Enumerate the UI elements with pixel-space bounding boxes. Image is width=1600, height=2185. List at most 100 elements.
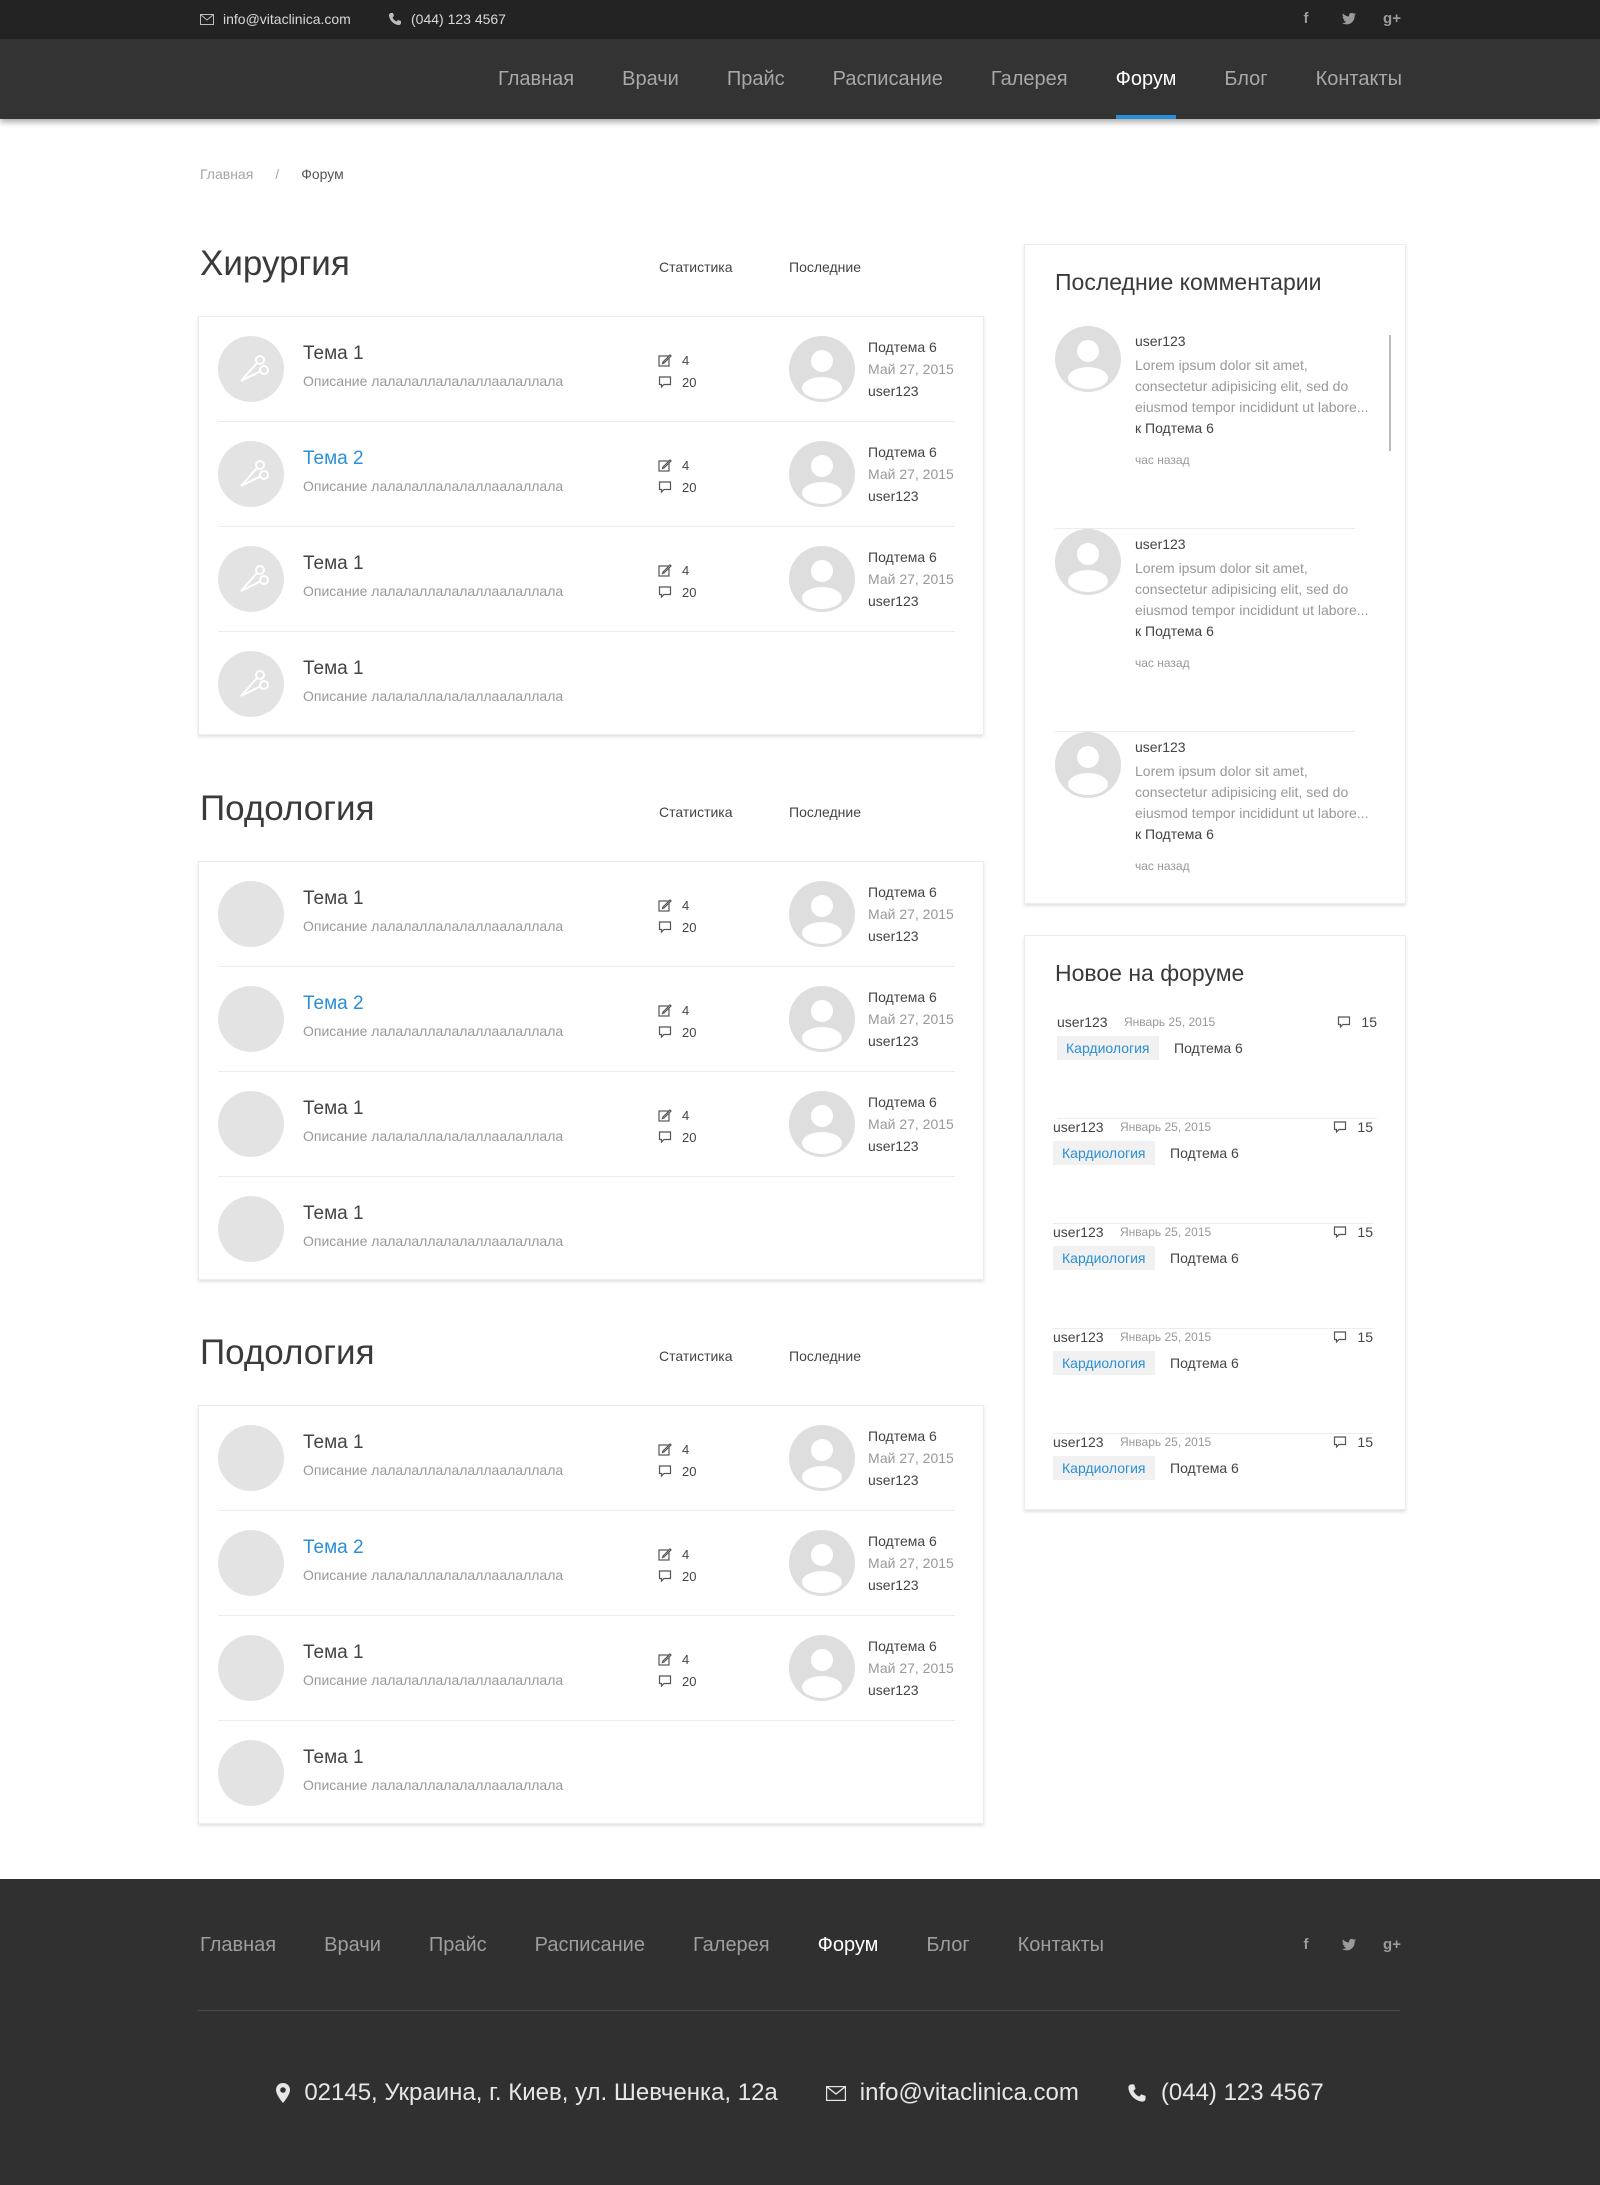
avatar[interactable] xyxy=(789,1635,855,1701)
last-subtopic[interactable]: Подтема 6 xyxy=(868,1091,954,1113)
comment-topic[interactable]: к Подтема 6 xyxy=(1135,420,1214,436)
post-topic[interactable]: Подтема 6 xyxy=(1170,1246,1239,1270)
topic-row[interactable]: Тема 1 Описание лалалаллалалаллаалаллала… xyxy=(218,527,955,632)
avatar[interactable] xyxy=(789,1425,855,1491)
avatar[interactable] xyxy=(789,546,855,612)
last-user[interactable]: user123 xyxy=(868,1469,954,1491)
topic-title[interactable]: Тема 1 xyxy=(303,1098,364,1120)
category-tag[interactable]: Кардиология xyxy=(1053,1351,1155,1375)
last-user[interactable]: user123 xyxy=(868,1135,954,1157)
avatar[interactable] xyxy=(789,441,855,507)
category-tag[interactable]: Кардиология xyxy=(1057,1036,1159,1060)
topic-row[interactable]: Тема 2 Описание лалалаллалалаллаалаллала… xyxy=(218,967,955,1072)
category-tag[interactable]: Кардиология xyxy=(1053,1246,1155,1270)
category-tag[interactable]: Кардиология xyxy=(1053,1141,1155,1165)
comments-scrollbar[interactable] xyxy=(1389,335,1391,451)
topic-title[interactable]: Тема 1 xyxy=(303,553,364,575)
last-subtopic[interactable]: Подтема 6 xyxy=(868,1635,954,1657)
facebook-icon[interactable]: f xyxy=(1296,9,1316,29)
topic-row[interactable]: Тема 1 Описание лалалаллалалаллаалаллала xyxy=(218,1177,955,1279)
nav-item-price[interactable]: Прайс xyxy=(727,39,785,119)
footer-nav-gallery[interactable]: Галерея xyxy=(693,1934,770,1957)
post-user[interactable]: user123 xyxy=(1053,1224,1104,1240)
facebook-icon[interactable]: f xyxy=(1296,1935,1316,1955)
last-user[interactable]: user123 xyxy=(868,590,954,612)
nav-item-blog[interactable]: Блог xyxy=(1224,39,1267,119)
last-subtopic[interactable]: Подтема 6 xyxy=(868,986,954,1008)
twitter-icon[interactable] xyxy=(1339,1935,1359,1955)
footer-nav-price[interactable]: Прайс xyxy=(429,1934,487,1957)
comment-user[interactable]: user123 xyxy=(1135,333,1186,349)
topic-title[interactable]: Тема 1 xyxy=(303,888,364,910)
topbar-email[interactable]: info@vitaclinica.com xyxy=(200,11,351,27)
post-topic[interactable]: Подтема 6 xyxy=(1170,1141,1239,1165)
last-subtopic[interactable]: Подтема 6 xyxy=(868,441,954,463)
topic-row[interactable]: Тема 1 Описание лалалаллалалаллаалаллала… xyxy=(218,317,955,422)
last-user[interactable]: user123 xyxy=(868,485,954,507)
footer-nav-blog[interactable]: Блог xyxy=(926,1934,969,1957)
topic-title[interactable]: Тема 1 xyxy=(303,1642,364,1664)
post-topic[interactable]: Подтема 6 xyxy=(1170,1351,1239,1375)
avatar[interactable] xyxy=(1055,326,1121,392)
avatar[interactable] xyxy=(789,986,855,1052)
last-user[interactable]: user123 xyxy=(868,925,954,947)
topic-title[interactable]: Тема 1 xyxy=(303,1747,364,1769)
last-subtopic[interactable]: Подтема 6 xyxy=(868,546,954,568)
avatar[interactable] xyxy=(1055,732,1121,798)
topic-title[interactable]: Тема 1 xyxy=(303,1203,364,1225)
nav-item-gallery[interactable]: Галерея xyxy=(991,39,1068,119)
nav-item-forum[interactable]: Форум xyxy=(1115,39,1176,119)
last-subtopic[interactable]: Подтема 6 xyxy=(868,881,954,903)
breadcrumb-home[interactable]: Главная xyxy=(200,166,253,182)
nav-item-contacts[interactable]: Контакты xyxy=(1316,39,1402,119)
last-user[interactable]: user123 xyxy=(868,1679,954,1701)
comment-topic[interactable]: к Подтема 6 xyxy=(1135,623,1214,639)
comment-user[interactable]: user123 xyxy=(1135,739,1186,755)
topic-title[interactable]: Тема 2 xyxy=(303,448,364,470)
topic-row[interactable]: Тема 1 Описание лалалаллалалаллаалаллала… xyxy=(218,1072,955,1177)
avatar[interactable] xyxy=(789,1530,855,1596)
footer-nav-contacts[interactable]: Контакты xyxy=(1018,1934,1104,1957)
nav-item-home[interactable]: Главная xyxy=(498,39,574,119)
topic-row[interactable]: Тема 2 Описание лалалаллалалаллаалаллала… xyxy=(218,1511,955,1616)
topic-row[interactable]: Тема 2 Описание лалалаллалалаллаалаллала… xyxy=(218,422,955,527)
footer-email[interactable]: info@vitaclinica.com xyxy=(825,2079,1079,2107)
comment-user[interactable]: user123 xyxy=(1135,536,1186,552)
nav-item-schedule[interactable]: Расписание xyxy=(833,39,943,119)
topic-title[interactable]: Тема 2 xyxy=(303,993,364,1015)
post-user[interactable]: user123 xyxy=(1057,1014,1108,1030)
topic-row[interactable]: Тема 1 Описание лалалаллалалаллаалаллала… xyxy=(218,1616,955,1721)
last-subtopic[interactable]: Подтема 6 xyxy=(868,1530,954,1552)
footer-nav-forum[interactable]: Форум xyxy=(818,1934,879,1957)
avatar[interactable] xyxy=(789,881,855,947)
post-user[interactable]: user123 xyxy=(1053,1329,1104,1345)
last-user[interactable]: user123 xyxy=(868,1574,954,1596)
comment-topic[interactable]: к Подтема 6 xyxy=(1135,826,1214,842)
last-user[interactable]: user123 xyxy=(868,1030,954,1052)
avatar[interactable] xyxy=(1055,529,1121,595)
footer-nav-doctors[interactable]: Врачи xyxy=(324,1934,381,1957)
footer-nav-schedule[interactable]: Расписание xyxy=(535,1934,645,1957)
last-user[interactable]: user123 xyxy=(868,380,954,402)
post-topic[interactable]: Подтема 6 xyxy=(1174,1036,1243,1060)
last-subtopic[interactable]: Подтема 6 xyxy=(868,1425,954,1447)
avatar[interactable] xyxy=(789,1091,855,1157)
topic-row[interactable]: Тема 1 Описание лалалаллалалаллаалаллала… xyxy=(218,862,955,967)
google-plus-icon[interactable]: g+ xyxy=(1382,9,1402,29)
google-plus-icon[interactable]: g+ xyxy=(1382,1935,1402,1955)
topbar-phone[interactable]: (044) 123 4567 xyxy=(388,11,506,27)
category-tag[interactable]: Кардиология xyxy=(1053,1456,1155,1480)
footer-phone[interactable]: (044) 123 4567 xyxy=(1127,2079,1324,2107)
topic-row[interactable]: Тема 1 Описание лалалаллалалаллаалаллала… xyxy=(218,1406,955,1511)
topic-row[interactable]: Тема 1 Описание лалалаллалалаллаалаллала xyxy=(218,632,955,734)
post-user[interactable]: user123 xyxy=(1053,1119,1104,1135)
topic-title[interactable]: Тема 2 xyxy=(303,1537,364,1559)
topic-row[interactable]: Тема 1 Описание лалалаллалалаллаалаллала xyxy=(218,1721,955,1823)
post-topic[interactable]: Подтема 6 xyxy=(1170,1456,1239,1480)
footer-nav-home[interactable]: Главная xyxy=(200,1934,276,1957)
topic-title[interactable]: Тема 1 xyxy=(303,1432,364,1454)
post-user[interactable]: user123 xyxy=(1053,1434,1104,1450)
topic-title[interactable]: Тема 1 xyxy=(303,343,364,365)
twitter-icon[interactable] xyxy=(1339,9,1359,29)
last-subtopic[interactable]: Подтема 6 xyxy=(868,336,954,358)
